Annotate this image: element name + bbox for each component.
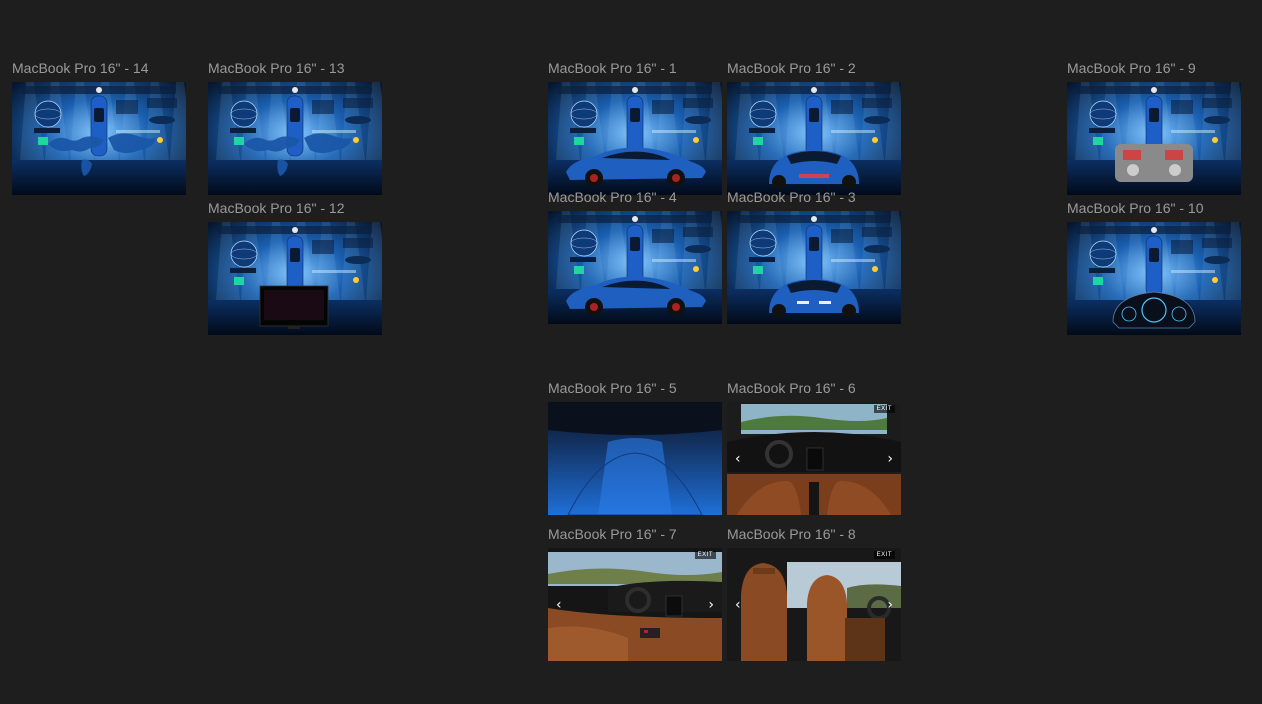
artboard-thumbnail-dashboard[interactable] bbox=[12, 82, 186, 195]
artboard-label[interactable]: MacBook Pro 16" - 2 bbox=[727, 60, 856, 76]
artboard-thumbnail-dashboard[interactable] bbox=[548, 82, 722, 195]
thumbnail-image bbox=[12, 82, 186, 195]
artboard-label[interactable]: MacBook Pro 16" - 8 bbox=[727, 526, 856, 542]
artboard-thumbnail-hood[interactable] bbox=[548, 402, 722, 515]
artboard-thumbnail-dashboard[interactable] bbox=[548, 211, 722, 324]
artboard-thumbnail-cabin-side[interactable]: EXIT ‹ › bbox=[548, 548, 722, 661]
chevron-right-icon[interactable]: › bbox=[708, 598, 714, 612]
artboard-label[interactable]: MacBook Pro 16" - 6 bbox=[727, 380, 856, 396]
exit-button[interactable]: EXIT bbox=[694, 551, 716, 559]
artboard-label[interactable]: MacBook Pro 16" - 7 bbox=[548, 526, 677, 542]
exit-button[interactable]: EXIT bbox=[873, 405, 895, 413]
thumbnail-image bbox=[727, 548, 901, 661]
artboard-thumbnail-seats[interactable]: EXIT ‹ › bbox=[727, 548, 901, 661]
chevron-right-icon[interactable]: › bbox=[887, 598, 893, 612]
thumbnail-image bbox=[208, 222, 382, 335]
artboard-label[interactable]: MacBook Pro 16" - 3 bbox=[727, 189, 856, 205]
artboard-label[interactable]: MacBook Pro 16" - 14 bbox=[12, 60, 148, 76]
chevron-right-icon[interactable]: › bbox=[887, 452, 893, 466]
chevron-left-icon[interactable]: ‹ bbox=[735, 598, 741, 612]
artboard-label[interactable]: MacBook Pro 16" - 9 bbox=[1067, 60, 1196, 76]
thumbnail-image bbox=[548, 211, 722, 324]
thumbnail-image bbox=[548, 402, 722, 515]
artboard-label[interactable]: MacBook Pro 16" - 10 bbox=[1067, 200, 1203, 216]
artboard-thumbnail-dashboard[interactable] bbox=[208, 222, 382, 335]
thumbnail-image bbox=[727, 82, 901, 195]
artboard-thumbnail-cockpit[interactable]: EXIT ‹ › bbox=[727, 402, 901, 515]
thumbnail-image bbox=[727, 402, 901, 515]
artboard-label[interactable]: MacBook Pro 16" - 1 bbox=[548, 60, 677, 76]
exit-button[interactable]: EXIT bbox=[873, 551, 895, 559]
chevron-left-icon[interactable]: ‹ bbox=[556, 598, 562, 612]
artboard-thumbnail-dashboard[interactable] bbox=[727, 211, 901, 324]
thumbnail-image bbox=[1067, 82, 1241, 195]
thumbnail-image bbox=[548, 82, 722, 195]
artboard-thumbnail-dashboard[interactable] bbox=[1067, 222, 1241, 335]
artboard-label[interactable]: MacBook Pro 16" - 4 bbox=[548, 189, 677, 205]
thumbnail-image bbox=[208, 82, 382, 195]
chevron-left-icon[interactable]: ‹ bbox=[735, 452, 741, 466]
thumbnail-image bbox=[1067, 222, 1241, 335]
artboard-label[interactable]: MacBook Pro 16" - 5 bbox=[548, 380, 677, 396]
thumbnail-image bbox=[548, 548, 722, 661]
artboard-thumbnail-dashboard[interactable] bbox=[1067, 82, 1241, 195]
artboard-thumbnail-dashboard[interactable] bbox=[208, 82, 382, 195]
artboard-label[interactable]: MacBook Pro 16" - 13 bbox=[208, 60, 344, 76]
artboard-label[interactable]: MacBook Pro 16" - 12 bbox=[208, 200, 344, 216]
thumbnail-image bbox=[727, 211, 901, 324]
artboard-thumbnail-dashboard[interactable] bbox=[727, 82, 901, 195]
